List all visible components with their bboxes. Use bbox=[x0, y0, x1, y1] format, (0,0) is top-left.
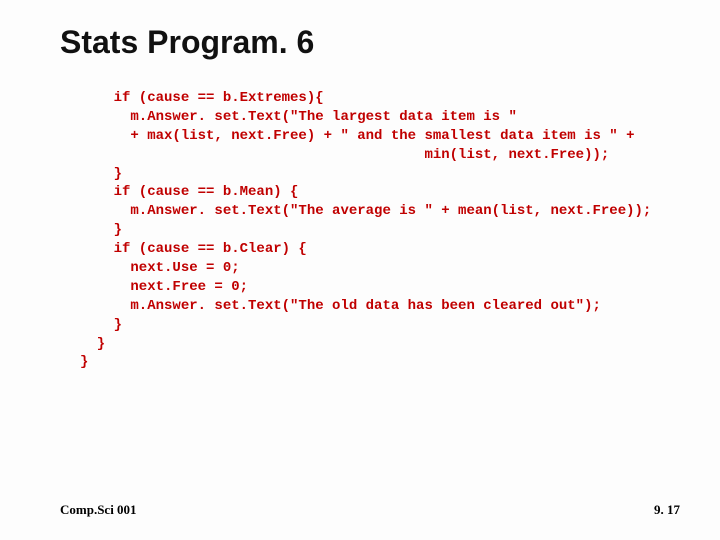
footer-left: Comp.Sci 001 bbox=[60, 502, 137, 518]
footer: Comp.Sci 001 9. 17 bbox=[60, 502, 680, 518]
slide-title: Stats Program. 6 bbox=[60, 24, 680, 61]
footer-right: 9. 17 bbox=[654, 502, 680, 518]
slide: Stats Program. 6 if (cause == b.Extremes… bbox=[0, 0, 720, 540]
code-block: if (cause == b.Extremes){ m.Answer. set.… bbox=[80, 89, 680, 372]
